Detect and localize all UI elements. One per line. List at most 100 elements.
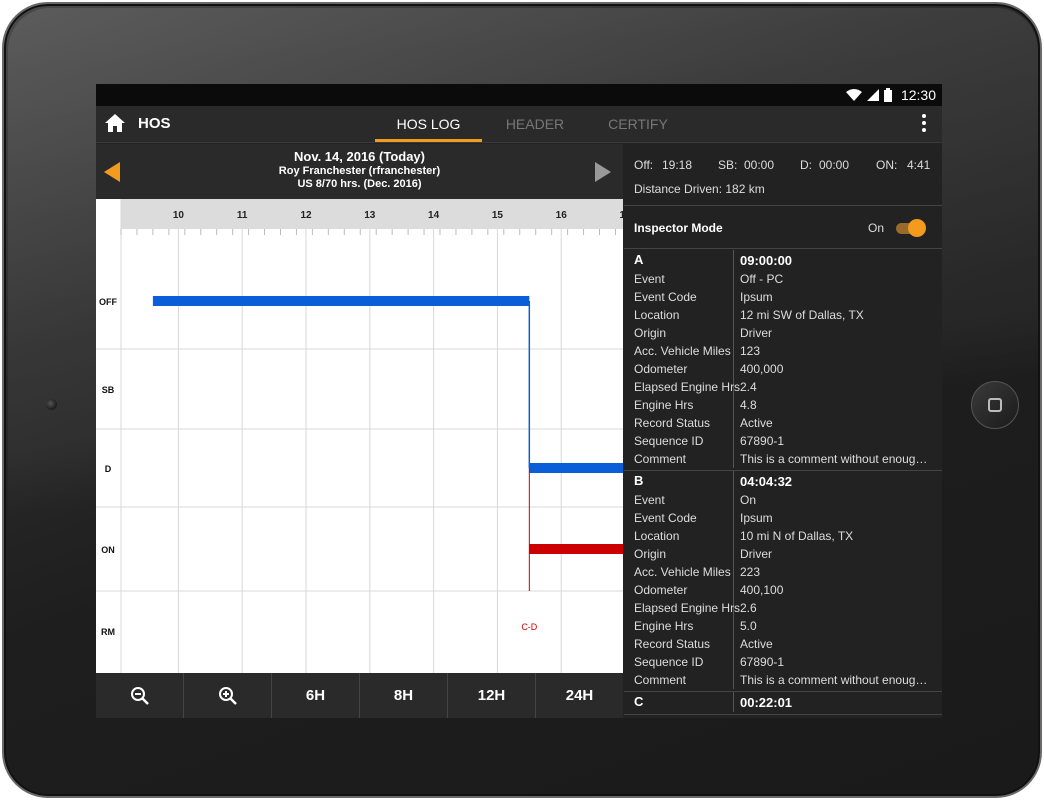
hour-tick-label: 11 xyxy=(237,210,248,221)
event-field-key: Comment xyxy=(624,450,734,468)
event-field-value: 2.6 xyxy=(740,601,757,615)
d-value: 00:00 xyxy=(819,158,850,172)
device-home-button[interactable] xyxy=(971,381,1019,429)
event-field-value: Driver xyxy=(740,326,772,340)
inspector-mode-state: On xyxy=(868,221,885,235)
event-field-value: 10 mi N of Dallas, TX xyxy=(740,529,854,543)
event-record[interactable]: A 09:00:00 Event Off - PC Event Code Ipsum Loc… xyxy=(624,250,942,471)
tab-header[interactable]: HEADER xyxy=(496,116,574,132)
range-8h-button[interactable]: 8H xyxy=(360,673,448,718)
status-time: 12:30 xyxy=(900,87,936,103)
hour-tick-label: 13 xyxy=(364,210,376,221)
event-field-key: Origin xyxy=(624,324,734,342)
off-value: 19:18 xyxy=(662,158,693,172)
row-label-rm: RM xyxy=(101,627,115,637)
row-label-column xyxy=(96,199,121,673)
event-time: 00:22:01 xyxy=(740,694,793,710)
event-field-value: 12 mi SW of Dallas, TX xyxy=(740,308,864,322)
row-label-sb: SB xyxy=(102,385,115,395)
event-field-key: Engine Hrs xyxy=(624,396,734,414)
event-field-key: Engine Hrs xyxy=(624,617,734,635)
zoom-in-button[interactable] xyxy=(184,673,272,718)
event-field-key: Sequence ID xyxy=(624,653,734,671)
off-label: Off: xyxy=(634,158,654,172)
event-field-value: 67890-1 xyxy=(740,655,785,669)
overflow-menu-icon[interactable] xyxy=(922,114,928,134)
event-field-key: Comment xyxy=(624,671,734,689)
row-label-off: OFF xyxy=(99,297,117,307)
event-field-row: Acc. Vehicle Miles 123 xyxy=(624,342,942,360)
hour-tick-label: 15 xyxy=(492,210,504,221)
event-field-value: This is a comment without enough sp... xyxy=(740,452,934,466)
event-record[interactable]: C 00:22:01 xyxy=(624,692,942,715)
event-field-value: Off - PC xyxy=(740,272,784,286)
event-letter: B xyxy=(624,471,734,491)
duty-summary: Off: 19:18 SB: 00:00 D: 00:00 ON: 4:41 D… xyxy=(624,144,942,206)
event-field-row: Elapsed Engine Hrs 2.6 xyxy=(624,599,942,617)
event-field-value: This is a comment without enough sp... xyxy=(740,673,934,687)
details-pane: Off: 19:18 SB: 00:00 D: 00:00 ON: 4:41 D… xyxy=(624,144,942,718)
wifi-icon xyxy=(845,89,862,101)
hos-graph[interactable]: 10 11 12 13 14 15 16 17 OFF SB D ON RM C-D xyxy=(96,199,623,673)
event-field-value: Driver xyxy=(740,547,772,561)
zoom-in-icon xyxy=(218,686,237,705)
event-time: 09:00:00 xyxy=(740,252,793,268)
event-field-key: Location xyxy=(624,306,734,324)
log-date-header: Nov. 14, 2016 (Today) Roy Franchester (r… xyxy=(96,144,623,199)
home-icon[interactable] xyxy=(104,112,126,134)
event-field-key: Record Status xyxy=(624,635,734,653)
event-field-row: Event On xyxy=(624,491,942,509)
screen: 12:30 HOS HOS LOG HEADER CERTIFY Nov. 14… xyxy=(96,84,942,718)
prev-day-icon[interactable] xyxy=(104,162,120,182)
event-field-value: Active xyxy=(740,637,773,651)
event-field-row: Engine Hrs 4.8 xyxy=(624,396,942,414)
event-field-key: Acc. Vehicle Miles xyxy=(624,563,734,581)
event-field-key: Location xyxy=(624,527,734,545)
inspector-mode-toggle[interactable] xyxy=(894,219,928,237)
event-field-row: Engine Hrs 5.0 xyxy=(624,617,942,635)
event-field-key: Origin xyxy=(624,545,734,563)
row-label-d: D xyxy=(105,464,112,474)
range-12h-button[interactable]: 12H xyxy=(448,673,536,718)
event-letter: C xyxy=(624,692,734,712)
on-label: ON: xyxy=(876,158,898,172)
hour-tick-label: 17 xyxy=(619,210,623,221)
event-field-row: Location 10 mi N of Dallas, TX xyxy=(624,527,942,545)
remark-annotation: C-D xyxy=(521,622,537,632)
battery-icon xyxy=(883,88,892,102)
event-field-value: Ipsum xyxy=(740,290,773,304)
event-field-value: 5.0 xyxy=(740,619,757,633)
row-label-on: ON xyxy=(101,545,115,555)
tab-hos-log[interactable]: HOS LOG xyxy=(375,116,482,132)
sb-label: SB: xyxy=(718,158,738,172)
event-record[interactable]: B 04:04:32 Event On Event Code Ipsum Location 1… xyxy=(624,471,942,692)
hour-tick-label: 14 xyxy=(428,210,440,221)
event-field-row: Location 12 mi SW of Dallas, TX xyxy=(624,306,942,324)
event-list[interactable]: A 09:00:00 Event Off - PC Event Code Ipsum Loc… xyxy=(624,250,942,718)
duty-segment-off xyxy=(152,296,530,306)
tab-underline xyxy=(375,139,482,142)
event-field-key: Event xyxy=(624,270,734,288)
event-field-value: Ipsum xyxy=(740,511,773,525)
event-letter: A xyxy=(624,250,734,270)
event-field-key: Acc. Vehicle Miles xyxy=(624,342,734,360)
event-field-row: Odometer 400,100 xyxy=(624,581,942,599)
event-field-row: Odometer 400,000 xyxy=(624,360,942,378)
duty-segment-on xyxy=(529,544,623,554)
event-field-row: Sequence ID 67890-1 xyxy=(624,432,942,450)
next-day-icon[interactable] xyxy=(595,162,611,182)
status-bar: 12:30 xyxy=(96,84,942,106)
event-field-row: Event Code Ipsum xyxy=(624,509,942,527)
signal-icon xyxy=(866,89,879,101)
driver-name: Roy Franchester (rfranchester) xyxy=(278,165,441,177)
range-6h-button[interactable]: 6H xyxy=(272,673,360,718)
event-field-row: Record Status Active xyxy=(624,635,942,653)
event-field-row: Origin Driver xyxy=(624,324,942,342)
hour-tick-label: 12 xyxy=(300,210,312,221)
tab-certify[interactable]: CERTIFY xyxy=(601,116,675,132)
event-field-key: Record Status xyxy=(624,414,734,432)
range-24h-button[interactable]: 24H xyxy=(536,673,623,718)
event-field-row: Event Code Ipsum xyxy=(624,288,942,306)
event-field-value: 123 xyxy=(740,344,761,358)
zoom-out-button[interactable] xyxy=(96,673,184,718)
